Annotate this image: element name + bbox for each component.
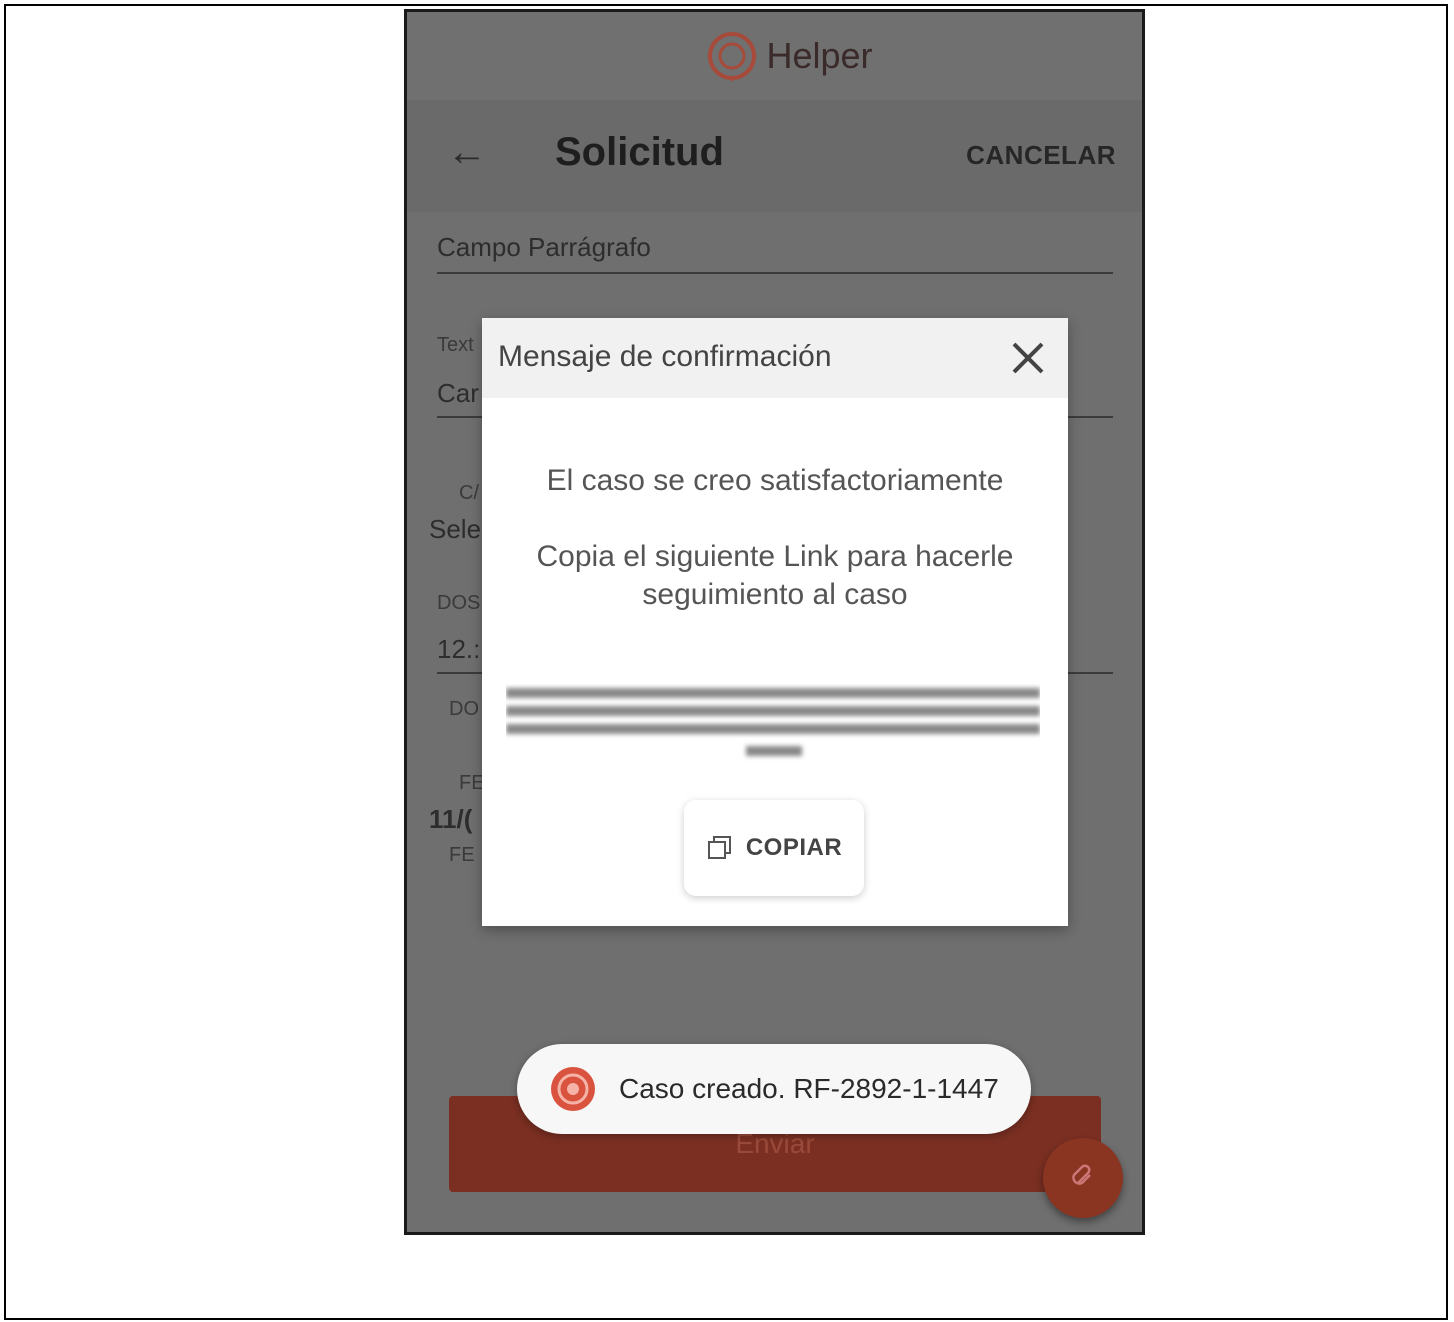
copy-label: COPIAR <box>745 834 843 861</box>
success-message: El caso se creo satisfactoriamente <box>546 464 1004 497</box>
fe-label: FE <box>459 772 485 794</box>
dos-label: DOS <box>437 592 481 614</box>
toolbar: ← Solicitud CANCELAR <box>407 100 1142 212</box>
cancel-button[interactable]: CANCELAR <box>966 140 1116 171</box>
modal-header: Mensaje de confirmación <box>482 318 1068 398</box>
toast-text: Caso creado. RF-2892-1-1447 <box>619 1073 999 1104</box>
copy-icon <box>707 836 731 859</box>
brand-name: Helper <box>766 35 873 76</box>
helper-logo-icon <box>708 32 757 82</box>
copy-button[interactable]: COPIAR <box>684 800 864 896</box>
helper-toast-icon <box>551 1067 595 1111</box>
attach-fab[interactable] <box>1043 1138 1123 1218</box>
date-value[interactable]: 11/( <box>429 804 472 835</box>
select-value[interactable]: Sele <box>429 514 481 545</box>
page-title: Solicitud <box>555 130 724 174</box>
text-field-label: Text <box>437 334 474 356</box>
phone-screen: Helper ← Solicitud CANCELAR Campo Parrág… <box>404 9 1145 1235</box>
arrow-left-icon[interactable]: ← <box>447 130 487 175</box>
brand: Helper <box>706 30 873 82</box>
do-label: DO <box>449 698 479 720</box>
toast-notification: Caso creado. RF-2892-1-1447 <box>517 1044 1031 1134</box>
paperclip-icon <box>1072 1164 1091 1185</box>
close-icon[interactable] <box>1006 336 1050 380</box>
tracking-link-blurred <box>506 688 1040 756</box>
text-field-value[interactable]: Car <box>437 378 479 409</box>
instruction-text: Copia el siguiente Link para hacerle seg… <box>536 540 1014 611</box>
confirmation-modal: Mensaje de confirmación El caso se creo … <box>482 318 1068 926</box>
modal-title: Mensaje de confirmación <box>498 340 832 373</box>
paragraph-field[interactable]: Campo Parrágrafo <box>437 232 1113 274</box>
dos-value[interactable]: 12.: <box>437 634 480 665</box>
app-bar: Helper <box>407 12 1142 100</box>
select-label: C/ <box>459 482 479 504</box>
fe-label-2: FE <box>449 844 475 866</box>
